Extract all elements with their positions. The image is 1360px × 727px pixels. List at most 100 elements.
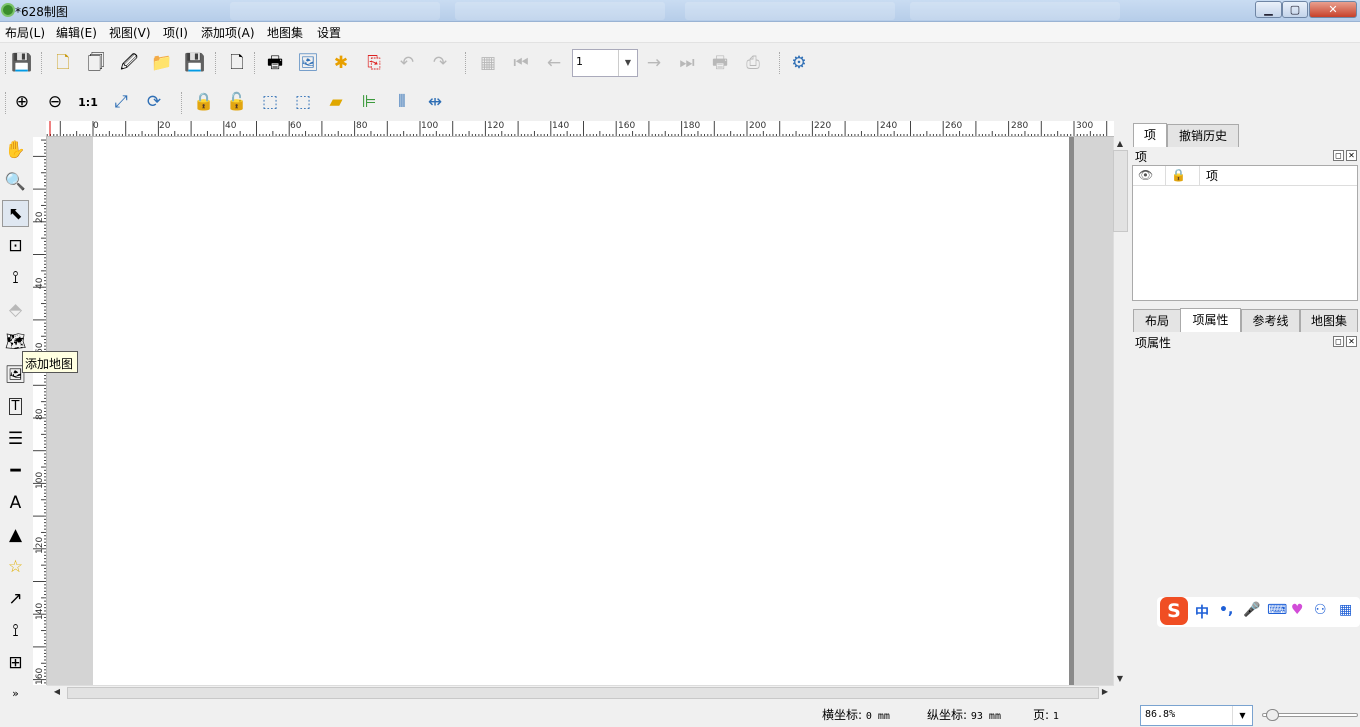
new-layout-icon[interactable]: 🗋	[50, 50, 76, 76]
atlas-settings-icon[interactable]: ⚙	[786, 50, 812, 76]
next-feature-icon[interactable]: →	[641, 50, 667, 76]
add-html-icon[interactable]: ⊞	[2, 649, 29, 676]
menu-view[interactable]: 视图(V)	[107, 24, 153, 41]
close-panel-icon[interactable]: ✕	[1346, 150, 1357, 161]
export-pdf-icon[interactable]: ⎘	[361, 50, 387, 76]
add-3d-map-icon[interactable]: ⬘	[2, 296, 29, 323]
zoom-actual-icon[interactable]: 1:1	[75, 89, 101, 115]
visibility-eye-icon: 👁	[1138, 168, 1154, 182]
chevron-down-icon[interactable]: ▼	[1232, 706, 1252, 725]
save-project-icon[interactable]: 💾	[9, 50, 35, 76]
zoom-tool-icon[interactable]: 🔍	[2, 168, 29, 195]
lock-items-icon[interactable]: 🔒	[191, 89, 217, 115]
zoom-full-icon[interactable]: ⤢	[108, 89, 134, 115]
float-panel-icon[interactable]: ◻	[1333, 336, 1344, 347]
edit-nodes-icon[interactable]: ⟟	[2, 264, 29, 291]
pan-hand-icon[interactable]: ✋	[2, 136, 29, 163]
add-marker-icon[interactable]: ☆	[2, 553, 29, 580]
gamepad-icon[interactable]: ⚇	[1314, 602, 1327, 618]
menu-edit[interactable]: 编辑(E)	[54, 24, 99, 41]
duplicate-layout-icon[interactable]: 🗍	[83, 50, 109, 76]
add-arrow-icon[interactable]: ↗	[2, 585, 29, 612]
zoom-in-icon[interactable]: ⊕	[9, 89, 35, 115]
raise-items-icon[interactable]: ▰	[323, 89, 349, 115]
scroll-left-icon[interactable]: ◀	[50, 687, 64, 696]
tab-undo-history[interactable]: 撤销历史	[1167, 124, 1239, 147]
tab-item-properties[interactable]: 项属性	[1180, 308, 1241, 332]
layout-manager-icon[interactable]: 🖉	[116, 50, 142, 76]
export-svg-icon[interactable]: ✱	[328, 50, 354, 76]
close-panel-icon[interactable]: ✕	[1346, 336, 1357, 347]
ruler-label: 300	[1076, 121, 1094, 131]
menu-layout[interactable]: 布局(L)	[3, 24, 47, 41]
menu-items[interactable]: 项(I)	[161, 24, 190, 41]
ruler-label: 40	[225, 121, 237, 131]
open-folder-icon[interactable]: 📁	[149, 50, 175, 76]
microphone-icon[interactable]: 🎤	[1243, 602, 1260, 618]
align-left-icon[interactable]: ⊫	[356, 89, 382, 115]
ruler-label: 20	[159, 121, 171, 131]
select-move-icon[interactable]: ⬉	[2, 200, 29, 227]
print-icon[interactable]: 🖶	[262, 50, 288, 76]
add-legend-icon[interactable]: ☰	[2, 425, 29, 452]
atlas-preview-icon[interactable]: ▦	[475, 50, 501, 76]
skin-icon[interactable]: ♥	[1291, 602, 1304, 618]
items-column-header[interactable]: 项	[1206, 167, 1218, 184]
resize-icon[interactable]: ⇹	[422, 89, 448, 115]
tab-layout[interactable]: 布局	[1133, 309, 1181, 332]
previous-feature-icon[interactable]: ←	[541, 50, 567, 76]
add-label-icon[interactable]: T	[2, 393, 29, 420]
last-feature-icon[interactable]: ⏭	[674, 50, 700, 76]
new-page-icon[interactable]: 🗋	[224, 50, 250, 76]
menu-add-item[interactable]: 添加项(A)	[199, 24, 257, 41]
minimize-button[interactable]: ▁	[1255, 1, 1282, 18]
scroll-up-icon[interactable]: ▲	[1113, 139, 1127, 148]
close-button[interactable]: ✕	[1309, 1, 1357, 18]
move-content-icon[interactable]: ⊡	[2, 232, 29, 259]
grid-menu-icon[interactable]: ▦	[1339, 602, 1352, 618]
ime-toolbar[interactable]: S 中 •, 🎤 ⌨ ♥ ⚇ ▦	[1157, 597, 1360, 627]
chevron-down-icon[interactable]: ▼	[618, 50, 637, 76]
scroll-right-icon[interactable]: ▶	[1098, 687, 1112, 696]
ruler-label: 240	[880, 121, 898, 131]
print-atlas-icon[interactable]: 🖶	[707, 50, 733, 76]
sogou-logo-icon[interactable]: S	[1160, 597, 1188, 625]
tab-atlas[interactable]: 地图集	[1300, 309, 1358, 332]
distribute-icon[interactable]: ⫴	[389, 89, 415, 115]
zoom-out-icon[interactable]: ⊖	[42, 89, 68, 115]
undo-icon[interactable]: ↶	[394, 50, 420, 76]
page-label: 页:	[1033, 708, 1050, 722]
tab-items[interactable]: 项	[1133, 123, 1167, 147]
add-scalebar-icon[interactable]: ━	[2, 457, 29, 484]
zoom-slider-handle[interactable]	[1266, 709, 1279, 721]
ruler-label: 260	[945, 121, 963, 131]
add-north-arrow-icon[interactable]: A	[2, 489, 29, 516]
redo-icon[interactable]: ↷	[427, 50, 453, 76]
ungroup-items-icon[interactable]: ⬚	[290, 89, 316, 115]
keyboard-icon[interactable]: ⌨	[1267, 602, 1287, 618]
vertical-scroll-thumb[interactable]	[1113, 150, 1128, 232]
y-label: 纵坐标:	[927, 708, 968, 722]
menu-atlas[interactable]: 地图集	[265, 24, 305, 41]
maximize-button[interactable]: ▢	[1282, 1, 1308, 18]
ime-punctuation-icon[interactable]: •,	[1219, 602, 1233, 618]
export-image-icon[interactable]: 🖼	[295, 50, 321, 76]
layout-page[interactable]	[93, 137, 1069, 685]
export-atlas-icon[interactable]: ⎙	[740, 50, 766, 76]
menu-settings[interactable]: 设置	[315, 24, 343, 41]
float-panel-icon[interactable]: ◻	[1333, 150, 1344, 161]
tab-guides[interactable]: 参考线	[1241, 309, 1300, 332]
add-shape-icon[interactable]: ▲	[2, 521, 29, 548]
first-feature-icon[interactable]: ⏮	[508, 50, 534, 76]
ime-mode-label[interactable]: 中	[1195, 602, 1209, 622]
save-as-template-icon[interactable]: 💾	[182, 50, 208, 76]
window-title: *628制图	[15, 5, 68, 19]
ruler-label: 120	[35, 536, 45, 554]
scroll-down-icon[interactable]: ▼	[1113, 674, 1127, 683]
horizontal-scroll-thumb[interactable]	[67, 687, 1099, 699]
ruler-label: 0	[93, 121, 99, 131]
refresh-icon[interactable]: ⟳	[141, 89, 167, 115]
add-polyline-icon[interactable]: ⟟	[2, 617, 29, 644]
unlock-items-icon[interactable]: 🔓	[224, 89, 250, 115]
group-items-icon[interactable]: ⬚	[257, 89, 283, 115]
